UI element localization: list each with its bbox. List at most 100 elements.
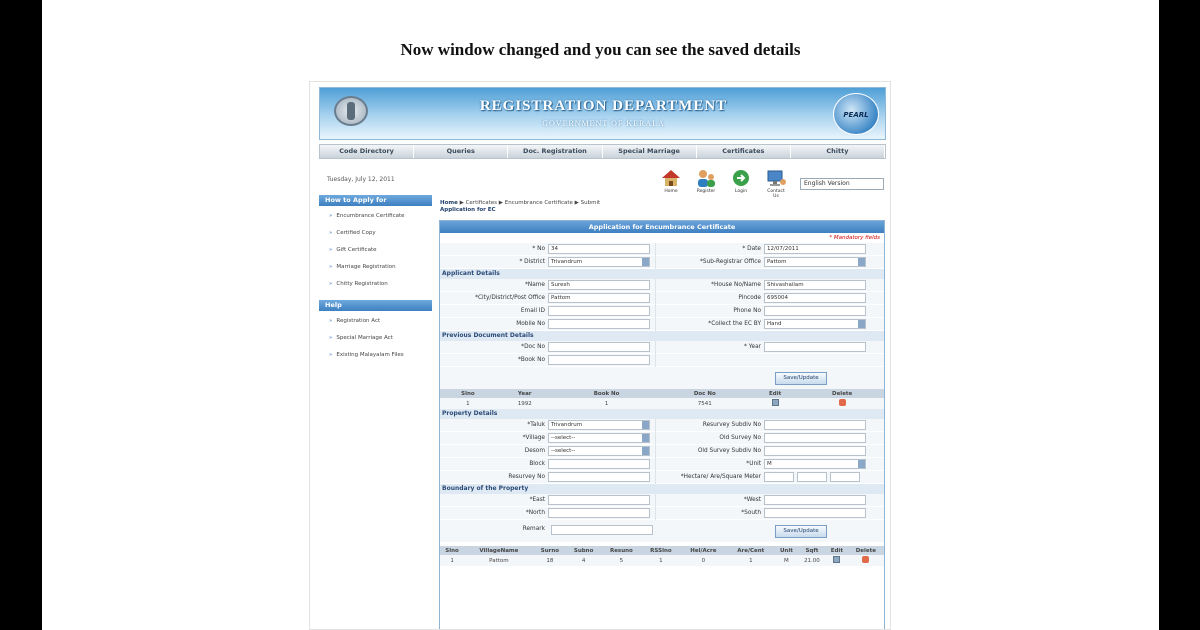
table-row: 1 Pattom 18 4 5 1 0 1 M 21.00 [440,555,884,566]
sidebar-item-marriage-registration[interactable]: Marriage Registration [319,260,432,277]
login-link[interactable]: Login [729,168,753,199]
sidebar-item-malayalam-files[interactable]: Existing Malayalam Files [319,348,432,365]
form-row: Mobile No *Collect the EC BY Hand [440,317,884,331]
sidebar-item-chitty-registration[interactable]: Chitty Registration [319,277,432,294]
nav-special-marriage[interactable]: Special Marriage [603,145,697,158]
sidebar-item-registration-act[interactable]: Registration Act [319,314,432,331]
west-input[interactable] [764,495,866,505]
slide: Now window changed and you can see the s… [42,0,1159,630]
how-to-apply-heading: How to Apply for [319,195,432,206]
register-link[interactable]: Register [694,168,718,199]
applicant-details-heading: Applicant Details [440,269,884,279]
desom-select[interactable]: --select-- [548,446,650,456]
property-details-heading: Property Details [440,409,884,419]
language-select[interactable]: English Version [800,178,884,190]
browser-screenshot: REGISTRATION DEPARTMENT GOVERNMENT OF KE… [309,81,891,630]
ec-application-form: Application for Encumbrance Certificate … [439,220,885,629]
house-input[interactable]: Shivashailam [764,280,866,290]
doc-save-row: Save/Update [440,367,884,389]
breadcrumb-trail: Certificates ▶ Encumbrance Certificate ▶… [465,200,601,206]
sidebar: How to Apply for Encumbrance Certificate… [319,195,432,365]
edit-icon[interactable] [833,556,841,563]
form-row: *City/District/Post Office Pattom Pincod… [440,291,884,305]
previous-document-heading: Previous Document Details [440,331,884,341]
doc-no-input[interactable] [548,342,650,352]
sidebar-item-certified-copy[interactable]: Certified Copy [319,226,432,243]
east-input[interactable] [548,495,650,505]
form-title: Application for Encumbrance Certificate [440,221,884,233]
nav-chitty[interactable]: Chitty [791,145,886,158]
mobile-input[interactable] [548,319,650,329]
help-heading: Help [319,300,432,311]
sro-select[interactable]: Pattom [764,257,866,267]
doc-table: Slno Year Book No Doc No Edit Delete 1 1… [440,389,884,409]
home-link[interactable]: Home [659,168,683,199]
name-input[interactable]: Suresh [548,280,650,290]
doc-save-button[interactable]: Save/Update [775,372,827,385]
slide-caption: Now window changed and you can see the s… [400,40,801,59]
date-input[interactable]: 12/07/2011 [764,244,866,254]
form-row: * No 34 * Date 12/07/2011 [440,242,884,256]
sidebar-item-gift-certificate[interactable]: Gift Certificate [319,243,432,260]
nav-code-directory[interactable]: Code Directory [320,145,415,158]
block-input[interactable] [548,459,650,469]
property-table: Slno VillageName Surno Subno Resuno RSSl… [440,546,884,566]
form-row: Email ID Phone No [440,304,884,318]
table-row: 1 1992 1 7541 [440,398,884,409]
district-select[interactable]: Trivandrum [548,257,650,267]
site-banner: REGISTRATION DEPARTMENT GOVERNMENT OF KE… [319,87,886,140]
form-row: *Doc No * Year [440,340,884,354]
form-row: *Book No [440,353,884,367]
sqm-input[interactable] [830,472,860,482]
are-input[interactable] [797,472,827,482]
breadcrumb-page: Application for EC [440,207,496,213]
mandatory-note: * Mandatory fields [829,235,880,241]
nav-queries[interactable]: Queries [414,145,509,158]
form-row: *Name Suresh *House No/Name Shivashailam [440,278,884,292]
login-icon [733,170,749,186]
collect-by-select[interactable]: Hand [764,319,866,329]
hectare-input[interactable] [764,472,794,482]
form-row: * District Trivandrum *Sub-Registrar Off… [440,255,884,269]
property-save-button[interactable]: Save/Update [775,525,827,538]
nav-certificates[interactable]: Certificates [697,145,791,158]
edit-icon[interactable] [771,399,779,406]
contact-icon [767,170,786,186]
home-icon [662,170,680,186]
application-no-input[interactable]: 34 [548,244,650,254]
taluk-select[interactable]: Trivandrum [548,420,650,430]
form-row: *Village --select-- Old Survey No [440,431,884,445]
pearl-logo: PEARL [833,93,879,135]
email-input[interactable] [548,306,650,316]
sidebar-item-encumbrance[interactable]: Encumbrance Certificate [319,209,432,226]
nav-doc-registration[interactable]: Doc. Registration [508,145,603,158]
main-nav: Code Directory Queries Doc. Registration… [319,144,886,159]
banner-title: REGISTRATION DEPARTMENT [479,98,728,114]
resurvey-no-input[interactable] [548,472,650,482]
year-input[interactable] [764,342,866,352]
boundary-heading: Boundary of the Property [440,484,884,494]
form-row: *North *South [440,506,884,520]
form-row: Resurvey No *Hectare/ Are/Square Meter [440,470,884,484]
sidebar-item-special-marriage-act[interactable]: Special Marriage Act [319,331,432,348]
contact-link[interactable]: Contact Us [764,168,788,199]
form-row: *Taluk Trivandrum Resurvey Subdiv No [440,418,884,432]
boundary-row: Remark Save/Update [440,520,884,542]
delete-icon[interactable] [838,399,846,406]
old-survey-subdiv-input[interactable] [764,446,866,456]
resurvey-subdiv-input[interactable] [764,420,866,430]
form-row: *East *West [440,493,884,507]
south-input[interactable] [764,508,866,518]
form-row: Block *Unit M [440,457,884,471]
breadcrumb-home[interactable]: Home [440,200,458,206]
delete-icon[interactable] [862,556,870,563]
book-no-input[interactable] [548,355,650,365]
old-survey-input[interactable] [764,433,866,443]
village-select[interactable]: --select-- [548,433,650,443]
phone-input[interactable] [764,306,866,316]
north-input[interactable] [548,508,650,518]
remark-input[interactable] [551,525,653,535]
unit-select[interactable]: M [764,459,866,469]
city-input[interactable]: Pattom [548,293,650,303]
pincode-input[interactable]: 695004 [764,293,866,303]
